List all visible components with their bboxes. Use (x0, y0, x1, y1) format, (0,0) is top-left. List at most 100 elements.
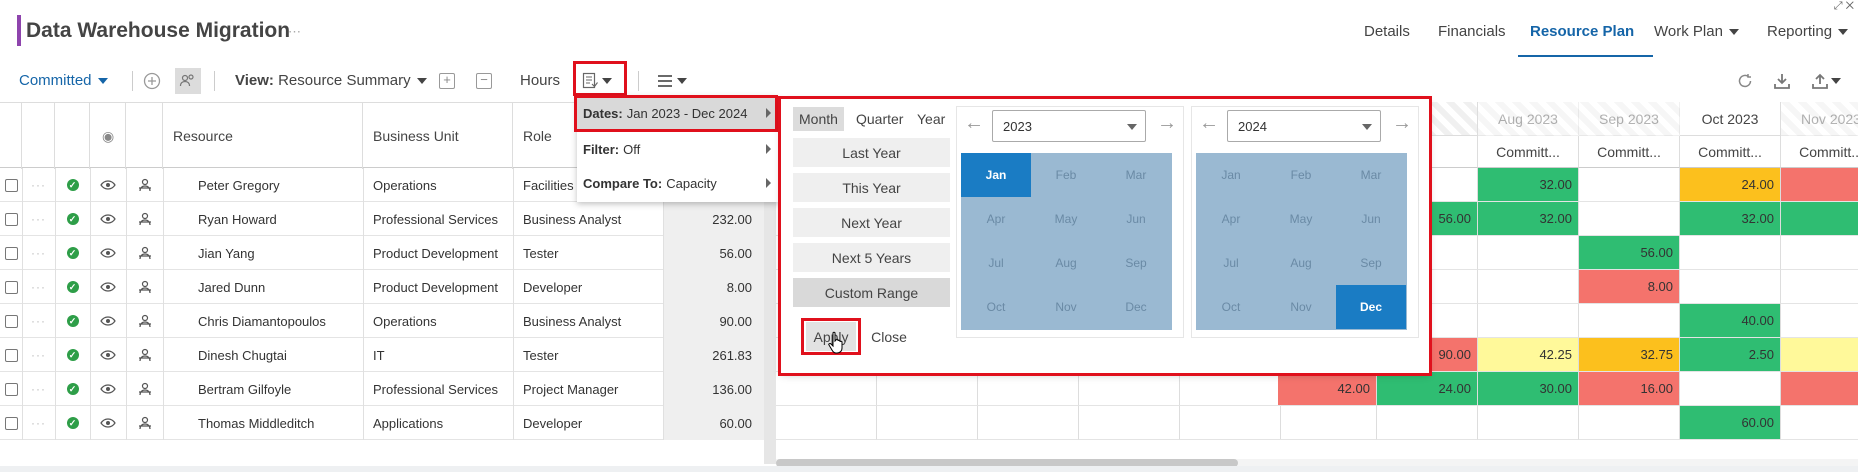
row-actions-cell[interactable]: ··· (22, 372, 55, 406)
table-row[interactable]: ··· ✓ Dinesh Chugtai IT Tester 261.83 (0, 338, 764, 372)
month-cell[interactable] (1781, 406, 1858, 440)
close-button[interactable]: Close (866, 322, 912, 351)
start-year-select[interactable]: 2023 (992, 110, 1146, 142)
month-cell[interactable] (1781, 270, 1858, 304)
list-menu-icon[interactable] (652, 68, 692, 94)
resource-name[interactable]: Jared Dunn (198, 270, 363, 304)
hours-toggle[interactable]: Hours (520, 72, 560, 89)
resource-name[interactable]: Bertram Gilfoyle (198, 372, 363, 406)
more-actions-icon[interactable]: ··· (31, 246, 46, 260)
preset-last-year[interactable]: Last Year (793, 138, 950, 167)
segment-quarter[interactable]: Quarter (850, 107, 909, 131)
month-cell[interactable] (877, 406, 978, 440)
month-option[interactable]: Jul (961, 241, 1031, 285)
month-cell[interactable]: 32 (1781, 168, 1858, 202)
row-select-cell[interactable] (0, 406, 22, 440)
month-cell[interactable] (1579, 202, 1680, 236)
preset-custom-range[interactable]: Custom Range (793, 278, 950, 307)
more-actions-icon[interactable]: ··· (31, 314, 46, 328)
month-cell[interactable] (1781, 236, 1858, 270)
month-cell[interactable] (978, 372, 1079, 406)
segment-month[interactable]: Month (793, 107, 844, 131)
more-actions-icon[interactable]: ··· (31, 382, 46, 396)
row-visibility-cell[interactable] (90, 372, 126, 406)
row-select-cell[interactable] (0, 338, 22, 372)
view-dropdown[interactable]: View: Resource Summary (235, 72, 427, 89)
month-cell[interactable] (1478, 304, 1579, 338)
month-column-header[interactable]: Oct 2023 (1680, 102, 1781, 136)
row-actions-cell[interactable]: ··· (22, 304, 55, 338)
month-option[interactable]: Jun (1101, 197, 1171, 241)
row-visibility-cell[interactable] (90, 304, 126, 338)
month-column-header[interactable]: Sep 2023 (1579, 102, 1680, 136)
month-cell[interactable] (978, 406, 1079, 440)
segment-year[interactable]: Year (911, 107, 951, 131)
month-option[interactable]: Oct (961, 285, 1031, 329)
row-checkbox[interactable] (4, 348, 18, 362)
month-cell[interactable]: 2.50 (1680, 338, 1781, 372)
month-cell[interactable] (776, 406, 877, 440)
month-cell[interactable] (1478, 270, 1579, 304)
month-cell[interactable] (1180, 406, 1281, 440)
month-cell[interactable] (1579, 168, 1680, 202)
arrow-right-icon[interactable]: → (1392, 112, 1412, 135)
row-checkbox[interactable] (4, 246, 18, 260)
expand-icon[interactable]: + (434, 68, 460, 94)
month-option[interactable]: Feb (1266, 153, 1336, 197)
month-option[interactable]: Sep (1336, 241, 1406, 285)
month-option[interactable]: Feb (1031, 153, 1101, 197)
month-cell[interactable] (1079, 372, 1180, 406)
row-visibility-cell[interactable] (90, 338, 126, 372)
row-checkbox[interactable] (4, 178, 18, 192)
month-cell[interactable]: 24 (1781, 372, 1858, 406)
resource-name[interactable]: Dinesh Chugtai (198, 338, 363, 372)
download-icon[interactable] (1769, 68, 1795, 94)
row-select-cell[interactable] (0, 304, 22, 338)
row-actions-cell[interactable]: ··· (22, 270, 55, 304)
month-cell[interactable] (1680, 270, 1781, 304)
committed-dropdown[interactable]: Committed (19, 72, 108, 89)
arrow-right-icon[interactable]: → (1157, 112, 1177, 135)
eye-icon[interactable] (100, 418, 116, 428)
more-actions-icon[interactable]: ··· (31, 348, 46, 362)
month-option[interactable]: Aug (1031, 241, 1101, 285)
month-cell[interactable]: 30.00 (1478, 372, 1579, 406)
row-visibility-cell[interactable] (90, 406, 126, 440)
month-option[interactable]: Sep (1101, 241, 1171, 285)
eye-icon[interactable] (100, 214, 116, 224)
preset-this-year[interactable]: This Year (793, 173, 950, 202)
resource-name[interactable]: Ryan Howard (198, 202, 363, 236)
month-cell[interactable] (1781, 304, 1858, 338)
add-circle-icon[interactable] (139, 68, 165, 94)
month-cell[interactable] (1579, 304, 1680, 338)
row-select-cell[interactable] (0, 372, 22, 406)
preset-next-5-years[interactable]: Next 5 Years (793, 243, 950, 272)
row-checkbox[interactable] (4, 382, 18, 396)
month-option[interactable]: Mar (1101, 153, 1171, 197)
month-option[interactable]: Jun (1336, 197, 1406, 241)
eye-icon[interactable] (100, 384, 116, 394)
column-header-business-unit[interactable]: Business Unit (363, 103, 513, 169)
month-cell[interactable]: 16.00 (1579, 372, 1680, 406)
row-actions-cell[interactable]: ··· (22, 202, 55, 236)
menu-item-filter[interactable]: Filter: Off (577, 132, 779, 166)
end-year-select[interactable]: 2024 (1227, 110, 1381, 142)
eye-icon[interactable] (100, 180, 116, 190)
title-more-icon[interactable]: ⋯ (288, 24, 302, 40)
month-option[interactable]: Dec (1336, 285, 1406, 329)
month-cell[interactable] (1180, 372, 1281, 406)
month-option[interactable]: May (1031, 197, 1101, 241)
more-actions-icon[interactable]: ··· (31, 178, 46, 192)
row-actions-cell[interactable]: ··· (22, 338, 55, 372)
tab-work-plan[interactable]: Work Plan (1654, 23, 1739, 40)
tab-details[interactable]: Details (1364, 23, 1410, 40)
month-cell[interactable] (1680, 372, 1781, 406)
resource-name[interactable]: Jian Yang (198, 236, 363, 270)
arrow-left-icon[interactable]: ← (964, 112, 984, 135)
month-column-header[interactable]: Aug 2023 (1478, 102, 1579, 136)
month-cell[interactable] (1579, 406, 1680, 440)
month-cell[interactable] (1478, 406, 1579, 440)
month-cell[interactable]: 32.75 (1579, 338, 1680, 372)
row-visibility-cell[interactable] (90, 168, 126, 202)
eye-icon[interactable] (100, 282, 116, 292)
